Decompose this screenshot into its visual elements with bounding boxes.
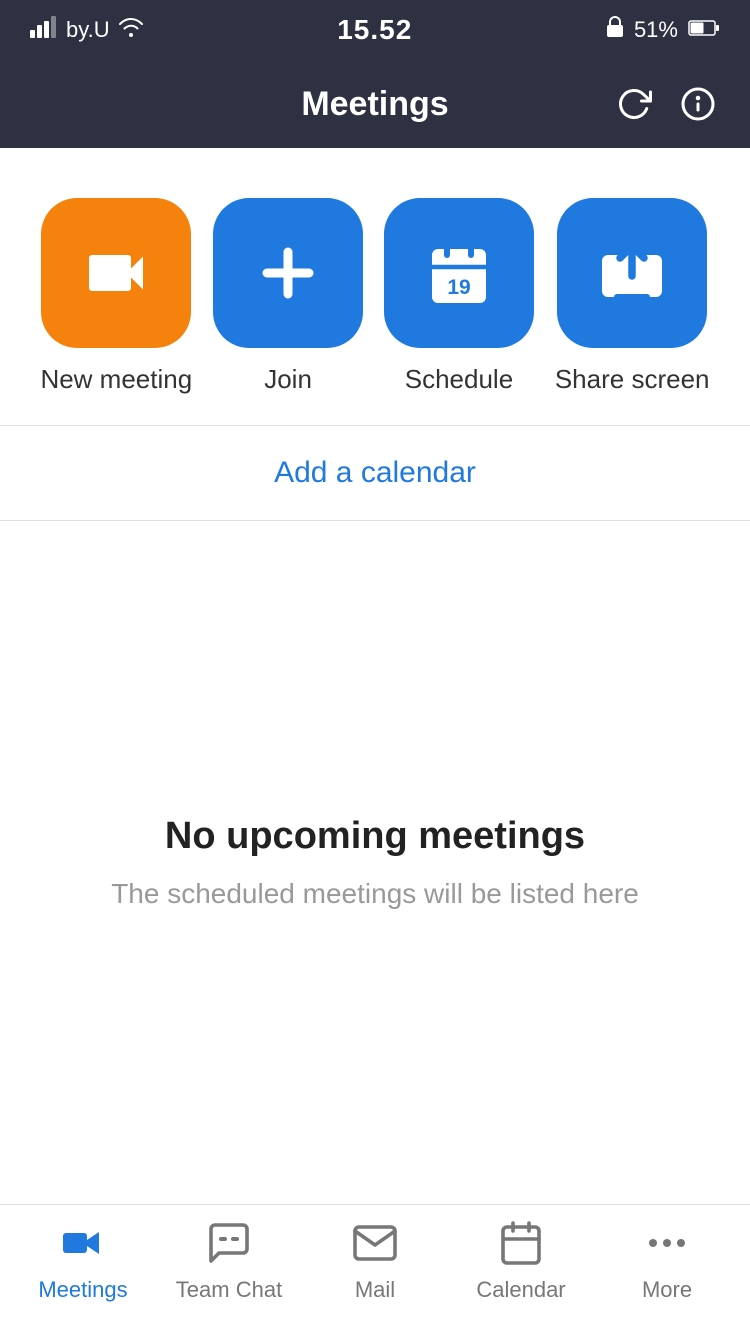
signal-icon xyxy=(30,16,58,44)
new-meeting-button[interactable]: New meeting xyxy=(40,198,192,395)
bottom-nav: Meetings Team Chat Mail xyxy=(0,1204,750,1334)
schedule-icon: 19 xyxy=(384,198,534,348)
empty-title: No upcoming meetings xyxy=(165,815,585,858)
join-label: Join xyxy=(264,364,312,395)
header-actions xyxy=(612,82,720,126)
nav-calendar-label: Calendar xyxy=(476,1277,565,1303)
nav-calendar[interactable]: Calendar xyxy=(461,1217,581,1303)
status-bar: by.U 15.52 51% xyxy=(0,0,750,60)
schedule-label: Schedule xyxy=(405,364,513,395)
status-left: by.U xyxy=(30,16,144,44)
nav-more-label: More xyxy=(642,1277,692,1303)
new-meeting-label: New meeting xyxy=(40,364,192,395)
header: Meetings xyxy=(0,60,750,148)
share-screen-button[interactable]: Share screen xyxy=(555,198,710,395)
lock-icon xyxy=(606,16,624,44)
team-chat-nav-icon xyxy=(203,1217,255,1269)
wifi-icon xyxy=(118,17,144,43)
share-screen-icon xyxy=(557,198,707,348)
nav-team-chat[interactable]: Team Chat xyxy=(169,1217,289,1303)
battery-percent: 51% xyxy=(634,17,678,43)
page-title: Meetings xyxy=(301,85,448,124)
join-icon xyxy=(213,198,363,348)
meetings-nav-icon xyxy=(57,1217,109,1269)
more-nav-icon xyxy=(641,1217,693,1269)
calendar-nav-icon xyxy=(495,1217,547,1269)
schedule-button[interactable]: 19 Schedule xyxy=(384,198,534,395)
nav-mail[interactable]: Mail xyxy=(315,1217,435,1303)
empty-state: No upcoming meetings The scheduled meeti… xyxy=(0,521,750,1204)
join-button[interactable]: Join xyxy=(213,198,363,395)
add-calendar-button[interactable]: Add a calendar xyxy=(0,426,750,520)
refresh-button[interactable] xyxy=(612,82,656,126)
nav-mail-label: Mail xyxy=(355,1277,395,1303)
status-time: 15.52 xyxy=(337,14,412,46)
carrier-label: by.U xyxy=(66,17,110,43)
nav-meetings[interactable]: Meetings xyxy=(23,1217,143,1303)
info-button[interactable] xyxy=(676,82,720,126)
mail-nav-icon xyxy=(349,1217,401,1269)
nav-team-chat-label: Team Chat xyxy=(176,1277,282,1303)
actions-row: New meeting Join 19 Schedule xyxy=(0,148,750,425)
empty-subtitle: The scheduled meetings will be listed he… xyxy=(111,878,639,910)
status-right: 51% xyxy=(606,16,720,44)
share-screen-label: Share screen xyxy=(555,364,710,395)
nav-more[interactable]: More xyxy=(607,1217,727,1303)
add-calendar-label: Add a calendar xyxy=(274,456,476,489)
svg-text:19: 19 xyxy=(447,276,470,299)
new-meeting-icon xyxy=(41,198,191,348)
battery-icon xyxy=(688,17,720,43)
nav-meetings-label: Meetings xyxy=(38,1277,127,1303)
